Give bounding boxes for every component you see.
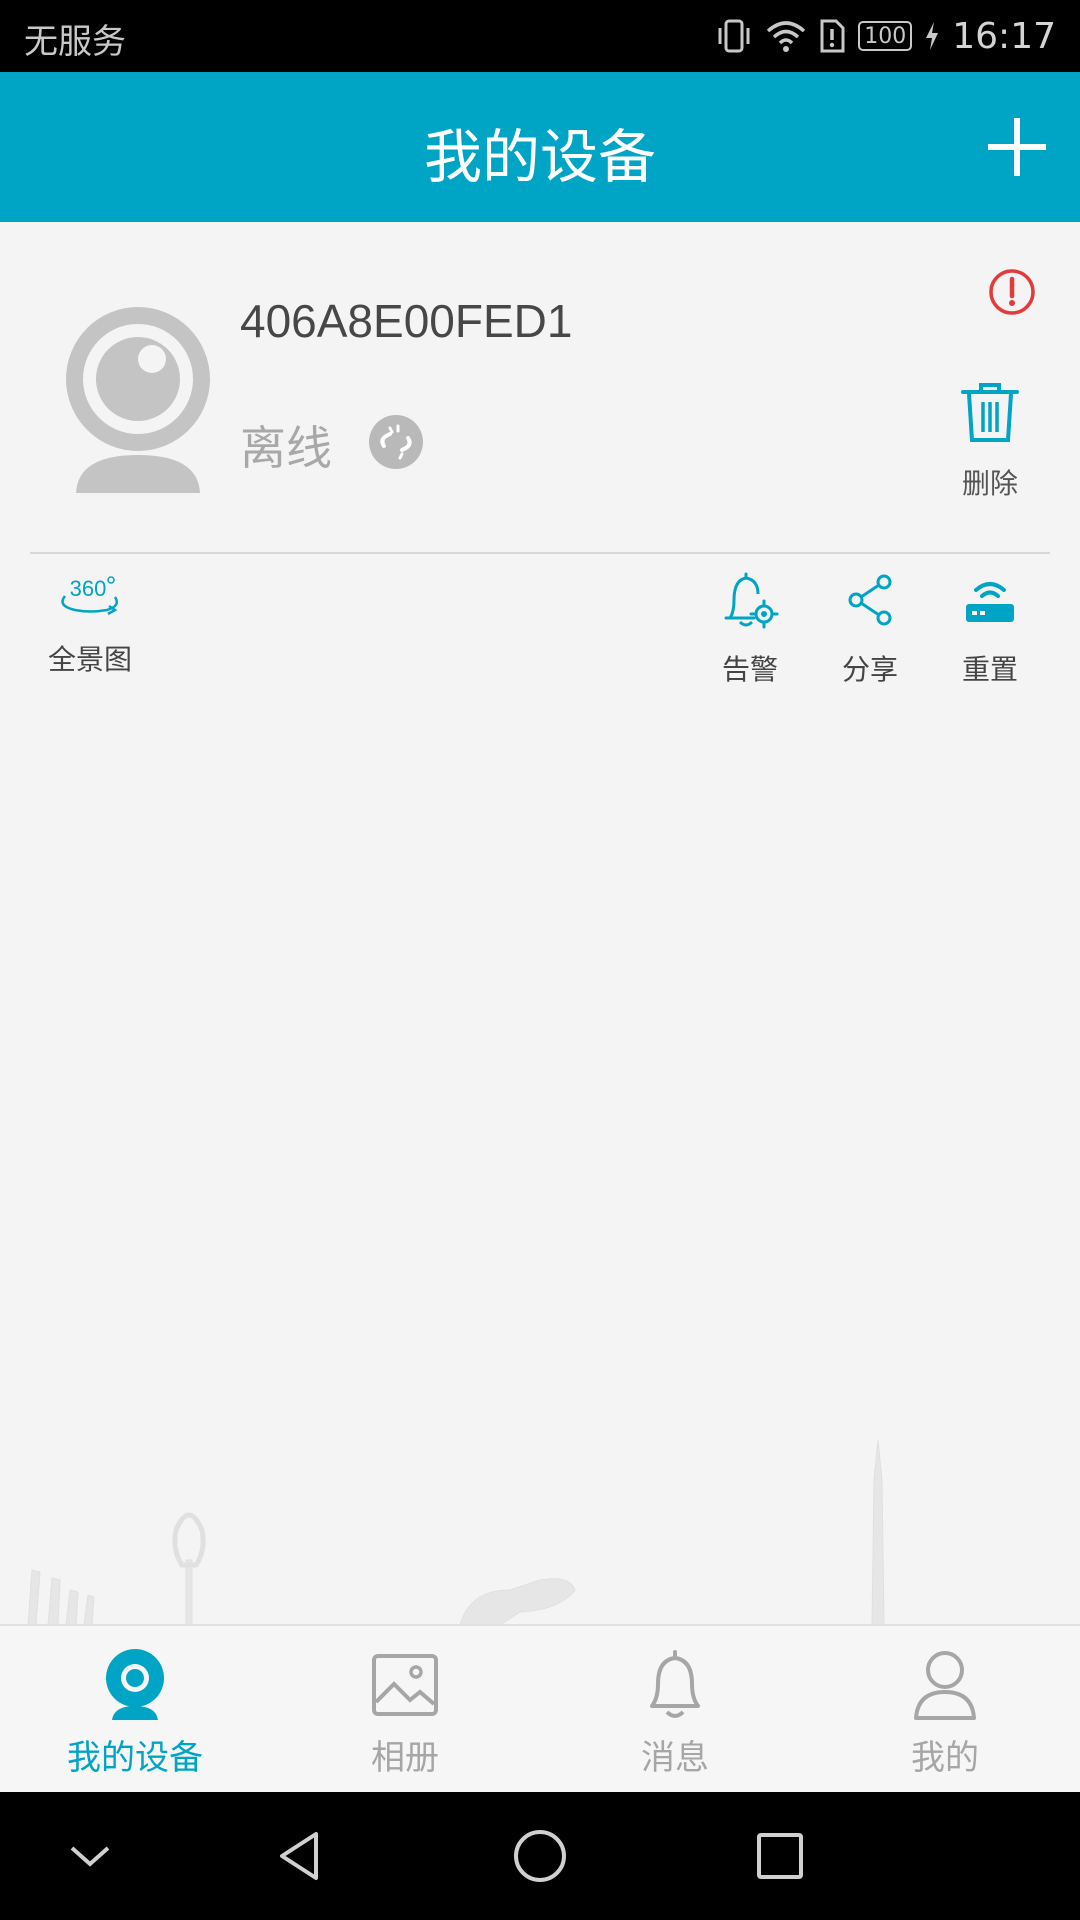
panorama-button[interactable]: 360 全景图 — [30, 570, 150, 678]
share-label: 分享 — [841, 653, 898, 686]
system-nav-bar — [0, 1792, 1080, 1920]
reset-button[interactable]: 重置 — [930, 570, 1050, 688]
panorama-badge-text: 360 — [70, 576, 107, 601]
person-icon — [914, 1651, 976, 1720]
nav-messages[interactable]: 消息 — [565, 1648, 785, 1779]
offline-link-icon — [369, 415, 423, 469]
nav-album[interactable]: 相册 — [295, 1648, 515, 1779]
bottom-nav: 我的设备 相册 消息 我的 — [0, 1624, 1080, 1792]
device-id: 406A8E00FED1 — [240, 295, 573, 347]
app-header: 我的设备 — [0, 72, 1080, 222]
device-card[interactable]: 406A8E00FED1 离线 删除 360 全景图 告警 分享 重置 — [0, 222, 1080, 752]
chevron-down-icon[interactable] — [60, 1826, 120, 1886]
clock: 16:17 — [952, 15, 1056, 57]
nav-label-me: 我的 — [911, 1738, 979, 1778]
nav-label-album: 相册 — [371, 1738, 439, 1778]
recents-icon[interactable] — [750, 1826, 810, 1886]
alarm-label: 告警 — [721, 653, 778, 686]
camera-icon — [106, 1649, 164, 1720]
nav-me[interactable]: 我的 — [835, 1648, 1055, 1779]
screen: 无服务 100 16:17 我的设备 406A8E00FED1 离线 删除 36… — [0, 0, 1080, 1920]
share-button[interactable]: 分享 — [810, 570, 930, 688]
skyline-decoration — [27, 1440, 885, 1625]
router-icon — [966, 582, 1014, 622]
camera-avatar-icon — [66, 307, 210, 493]
battery-indicator: 100 — [858, 21, 913, 51]
status-bar: 无服务 100 16:17 — [0, 0, 1080, 72]
trash-icon — [961, 383, 1019, 442]
share-icon — [848, 574, 892, 626]
home-icon[interactable] — [510, 1826, 570, 1886]
card-divider — [30, 552, 1050, 554]
nav-my-devices[interactable]: 我的设备 — [25, 1648, 245, 1779]
nav-label-messages: 消息 — [641, 1738, 709, 1778]
delete-button[interactable]: 删除 — [940, 380, 1040, 502]
reset-label: 重置 — [961, 653, 1018, 686]
device-status: 离线 — [240, 421, 332, 475]
plus-icon — [988, 118, 1046, 176]
delete-label: 删除 — [961, 467, 1018, 500]
panorama-360-icon: 360 — [61, 576, 118, 616]
alert-icon[interactable] — [988, 268, 1036, 316]
nav-label-my-devices: 我的设备 — [67, 1738, 203, 1778]
sim-alert-icon — [818, 18, 846, 54]
bell-icon — [650, 1650, 700, 1718]
carrier-text: 无服务 — [24, 22, 126, 62]
status-icons: 100 16:17 — [714, 12, 1056, 60]
back-icon[interactable] — [270, 1826, 330, 1886]
vibrate-icon — [714, 18, 754, 54]
wifi-icon — [766, 19, 806, 53]
page-title: 我的设备 — [423, 123, 656, 191]
alarm-button[interactable]: 告警 — [690, 570, 810, 688]
charging-icon — [924, 20, 940, 52]
bell-gear-icon — [724, 572, 779, 629]
album-icon — [372, 1654, 438, 1716]
panorama-label: 全景图 — [47, 643, 132, 676]
add-device-button[interactable] — [982, 112, 1052, 182]
